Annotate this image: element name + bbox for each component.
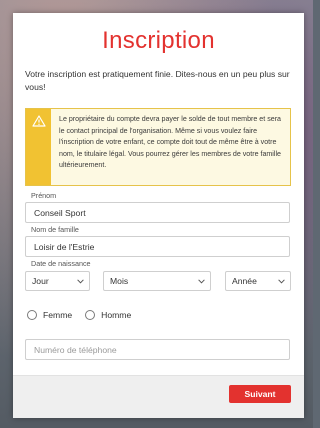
gender-female-radio[interactable]: Femme xyxy=(27,310,72,320)
birth-month-value: Mois xyxy=(110,276,129,286)
gender-radio-group: Femme Homme xyxy=(27,310,144,320)
last-name-input[interactable] xyxy=(25,236,290,257)
modal-title: Inscription xyxy=(102,27,215,54)
chevron-down-icon xyxy=(77,278,84,284)
intro-text: Votre inscription est pratiquement finie… xyxy=(25,69,290,92)
birth-year-select[interactable]: Année xyxy=(225,271,291,291)
next-button[interactable]: Suivant xyxy=(229,385,291,403)
warning-strip xyxy=(26,109,51,185)
radio-circle[interactable] xyxy=(85,310,96,320)
modal-footer: Suivant xyxy=(13,375,304,418)
birthdate-label: Date de naissance xyxy=(31,259,91,268)
birth-day-value: Jour xyxy=(32,276,49,286)
gender-female-label: Femme xyxy=(43,310,73,320)
gender-male-radio[interactable]: Homme xyxy=(85,310,131,320)
chevron-down-icon xyxy=(278,278,285,284)
birth-month-select[interactable]: Mois xyxy=(103,271,211,291)
warning-box: Le propriétaire du compte devra payer le… xyxy=(25,108,291,186)
radio-circle[interactable] xyxy=(27,310,37,320)
last-name-label: Nom de famille xyxy=(31,225,79,234)
birth-day-select[interactable]: Jour xyxy=(25,271,90,291)
warning-text: Le propriétaire du compte devra payer le… xyxy=(59,115,281,170)
phone-input[interactable] xyxy=(25,339,290,360)
first-name-input[interactable] xyxy=(25,202,290,223)
birth-year-value: Année xyxy=(232,276,257,286)
warning-triangle-icon xyxy=(31,115,46,127)
registration-modal: Inscription Votre inscription est pratiq… xyxy=(13,13,304,418)
first-name-label: Prénom xyxy=(31,191,57,200)
gender-male-label: Homme xyxy=(101,310,132,320)
chevron-down-icon xyxy=(198,278,205,284)
